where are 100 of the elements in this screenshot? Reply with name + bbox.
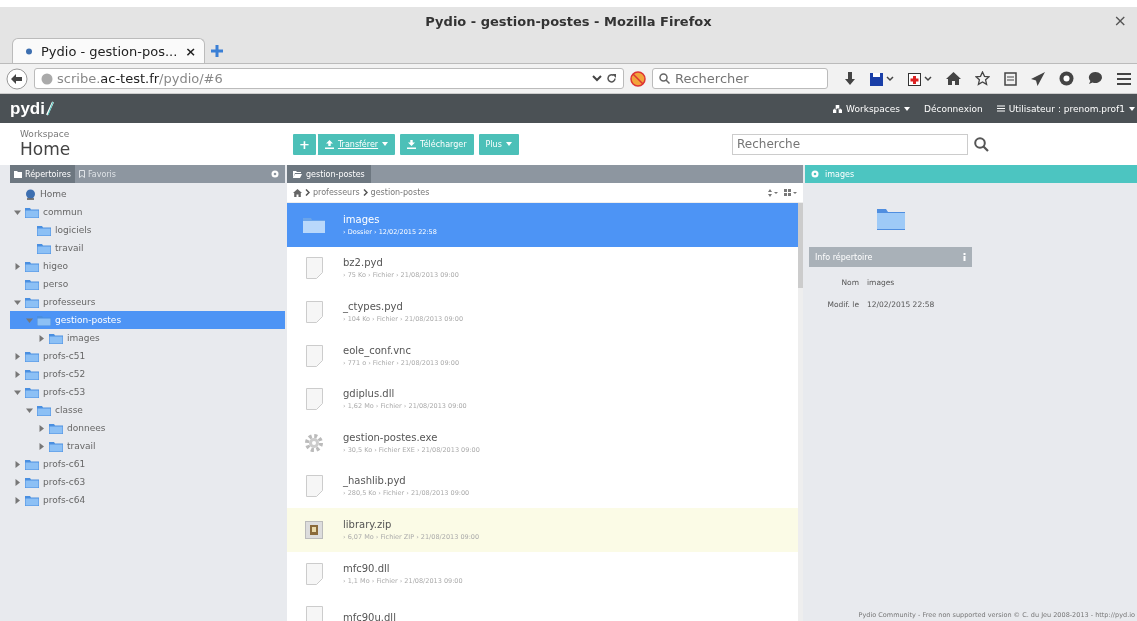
search-field[interactable]: Recherche — [732, 133, 968, 155]
file-icon — [305, 301, 323, 323]
file-name: gestion-postes.exe — [343, 431, 439, 443]
medical-cross-icon[interactable] — [908, 71, 932, 86]
folder-icon — [25, 206, 39, 218]
tree-item[interactable]: images — [10, 329, 285, 347]
tree-item[interactable]: travail — [10, 239, 285, 257]
caret-icon[interactable] — [14, 370, 21, 378]
caret-icon[interactable] — [26, 406, 33, 414]
folder-icon — [293, 170, 302, 178]
page-icon — [25, 46, 33, 56]
folder-icon — [37, 224, 51, 236]
tree-item[interactable]: travail — [10, 437, 285, 455]
breadcrumb-link[interactable]: professeurs — [313, 188, 360, 197]
reading-list-icon[interactable] — [1004, 71, 1017, 86]
tree-item[interactable]: profs-c63 — [10, 473, 285, 491]
tree-item[interactable]: donnees — [10, 419, 285, 437]
grid-view-icon[interactable] — [784, 188, 797, 197]
file-name: bz2.pyd — [343, 257, 384, 269]
panel-tab[interactable]: gestion-postes — [287, 165, 371, 183]
save-icon[interactable] — [870, 71, 894, 86]
archive-icon — [305, 520, 323, 539]
folder-icon — [25, 458, 39, 470]
back-icon[interactable] — [6, 67, 28, 90]
workspace-name: Home — [20, 139, 72, 159]
tree-item[interactable]: profs-c52 — [10, 365, 285, 383]
browser-search-input[interactable]: Rechercher — [675, 71, 815, 86]
caret-icon — [904, 106, 910, 111]
tree-item[interactable]: gestion-postes — [10, 311, 285, 329]
settings-icon[interactable] — [271, 170, 279, 178]
sort-icon[interactable] — [768, 188, 778, 197]
workspaces-menu[interactable]: Workspaces — [833, 103, 910, 114]
star-icon[interactable] — [975, 71, 990, 86]
tree-item[interactable]: logiciels — [10, 221, 285, 239]
tree-item[interactable]: perso — [10, 275, 285, 293]
info-icon — [963, 253, 966, 261]
folder-icon — [49, 332, 63, 344]
caret-icon[interactable] — [14, 262, 21, 270]
new-tab-icon[interactable] — [211, 45, 224, 57]
badge-icon[interactable] — [1059, 71, 1074, 86]
browser-search-field[interactable]: Rechercher — [652, 68, 828, 89]
home-icon[interactable] — [946, 72, 961, 85]
file-name: _ctypes.pyd — [343, 301, 404, 312]
folder-icon — [25, 494, 39, 506]
folder-icon — [25, 260, 39, 272]
caret-icon[interactable] — [14, 478, 21, 486]
tree-item[interactable]: profs-c51 — [10, 347, 285, 365]
caret-icon[interactable] — [14, 298, 21, 306]
tab-close-button[interactable]: × — [185, 43, 197, 59]
tree-item[interactable]: professeurs — [10, 293, 285, 311]
close-button[interactable]: × — [1113, 11, 1127, 30]
tree-item[interactable]: classe — [10, 401, 285, 419]
gear-icon — [304, 432, 324, 453]
tree-item[interactable]: profs-c64 — [10, 491, 285, 509]
send-icon[interactable] — [1031, 71, 1045, 86]
file-name: _hashlib.pyd — [343, 475, 407, 487]
panel-title: images — [825, 169, 855, 179]
search-icon[interactable] — [974, 136, 989, 152]
logo[interactable]: pydi — [10, 98, 45, 119]
caret-icon[interactable] — [14, 388, 21, 396]
search-icon — [659, 73, 670, 84]
browser-tab[interactable]: Pydio - gestion-pos... × — [12, 38, 206, 63]
caret-icon[interactable] — [38, 334, 45, 342]
section-title: Info répertoire — [815, 252, 873, 262]
logout-link[interactable]: Déconnexion — [924, 103, 983, 114]
tree-item[interactable]: profs-c53 — [10, 383, 285, 401]
breadcrumb-link[interactable]: gestion-postes — [370, 188, 430, 197]
caret-icon[interactable] — [14, 460, 21, 468]
file-row[interactable]: mfc90u.dll — [287, 595, 798, 621]
panel-tab[interactable]: Répertoires — [10, 165, 75, 183]
workspace-label: Workspace — [20, 129, 71, 139]
caret-icon[interactable] — [14, 208, 21, 216]
list-icon — [996, 105, 1005, 112]
user-menu[interactable]: Utilisateur : prenom.prof1 — [996, 103, 1135, 114]
scrollbar-thumb[interactable] — [798, 203, 803, 288]
caret-icon[interactable] — [14, 496, 21, 504]
caret-icon[interactable] — [14, 352, 21, 360]
chevron-icon — [305, 189, 310, 196]
chat-icon[interactable] — [1088, 71, 1103, 86]
tree-item[interactable]: profs-c61 — [10, 455, 285, 473]
caret-icon[interactable] — [38, 442, 45, 450]
file-icon — [305, 475, 323, 498]
tree-item[interactable]: higeo — [10, 257, 285, 275]
tree-item[interactable]: Home — [10, 185, 285, 203]
pen-icon — [44, 100, 54, 117]
upload-icon — [324, 139, 334, 149]
blocked-icon[interactable] — [630, 70, 646, 87]
chevron-icon — [362, 189, 368, 196]
folder-icon — [25, 296, 39, 308]
settings-icon[interactable] — [811, 170, 819, 178]
download-icon[interactable] — [844, 71, 856, 86]
menu-icon[interactable] — [1117, 72, 1131, 85]
tree-item[interactable]: commun — [10, 203, 285, 221]
address-field[interactable]: scribe.ac-test.fr/pydio/#6 — [34, 68, 624, 89]
home-icon[interactable] — [293, 188, 302, 197]
caret-icon[interactable] — [38, 424, 45, 432]
dropdown-icon — [592, 75, 602, 82]
file-name: library.zip — [343, 518, 393, 530]
folder-icon — [14, 170, 22, 178]
caret-icon — [1129, 106, 1135, 111]
